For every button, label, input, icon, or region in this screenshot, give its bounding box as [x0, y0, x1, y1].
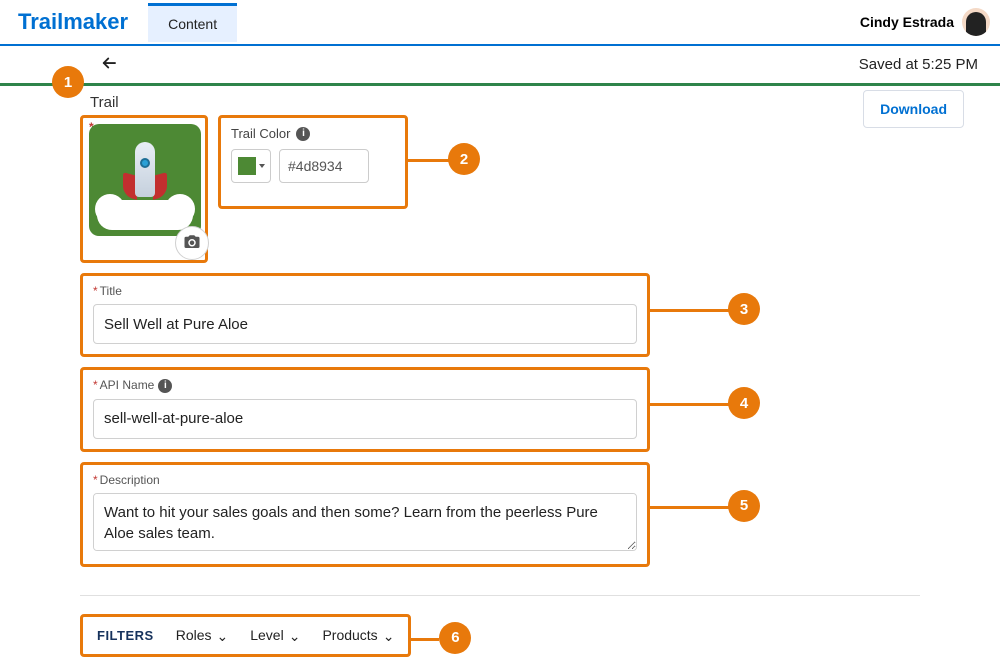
filter-level[interactable]: Level⌄ [250, 627, 300, 644]
info-icon[interactable]: i [158, 379, 172, 393]
api-name-input[interactable] [93, 399, 637, 439]
chevron-down-icon: ⌄ [289, 628, 301, 645]
callout-badge-5: 5 [728, 490, 760, 522]
back-arrow-icon[interactable] [90, 48, 128, 81]
title-input[interactable] [93, 304, 637, 344]
description-input[interactable] [93, 493, 637, 551]
filters-title: FILTERS [97, 628, 154, 643]
title-section: *Title [80, 273, 650, 357]
trail-color-label: Trail Color [231, 126, 290, 141]
color-swatch-icon [238, 157, 256, 175]
api-name-section: *API Namei [80, 367, 650, 452]
app-logo: Trailmaker [10, 9, 128, 35]
trail-color-section: Trail Color i [218, 115, 408, 209]
api-name-label: API Name [100, 378, 155, 392]
chevron-down-icon: ⌄ [383, 628, 395, 645]
filter-products[interactable]: Products⌄ [322, 627, 394, 644]
saved-status: Saved at 5:25 PM [859, 56, 978, 73]
sub-bar: Saved at 5:25 PM [0, 46, 1000, 86]
upload-image-button[interactable] [175, 226, 209, 260]
info-icon[interactable]: i [296, 127, 310, 141]
callout-badge-1: 1 [52, 66, 84, 98]
color-hex-input[interactable] [279, 149, 369, 183]
description-label: Description [100, 473, 160, 487]
description-section: *Description [80, 462, 650, 567]
page-title: Trail [90, 94, 920, 111]
filter-roles[interactable]: Roles⌄ [176, 627, 229, 644]
callout-badge-4: 4 [728, 387, 760, 419]
filters-section: FILTERS Roles⌄ Level⌄ Products⌄ [80, 614, 411, 657]
title-label: Title [100, 284, 122, 298]
chevron-down-icon: ⌄ [217, 628, 229, 645]
avatar[interactable] [962, 8, 990, 36]
callout-badge-6: 6 [439, 622, 471, 654]
chevron-down-icon [259, 164, 265, 168]
top-bar: Trailmaker Content Cindy Estrada [0, 0, 1000, 46]
camera-icon [183, 233, 201, 254]
user-name: Cindy Estrada [860, 14, 954, 30]
callout-badge-3: 3 [728, 293, 760, 325]
trail-image [89, 124, 201, 236]
trail-image-section: * [80, 115, 208, 263]
tab-content[interactable]: Content [148, 3, 237, 42]
color-picker-button[interactable] [231, 149, 271, 183]
callout-badge-2: 2 [448, 143, 480, 175]
